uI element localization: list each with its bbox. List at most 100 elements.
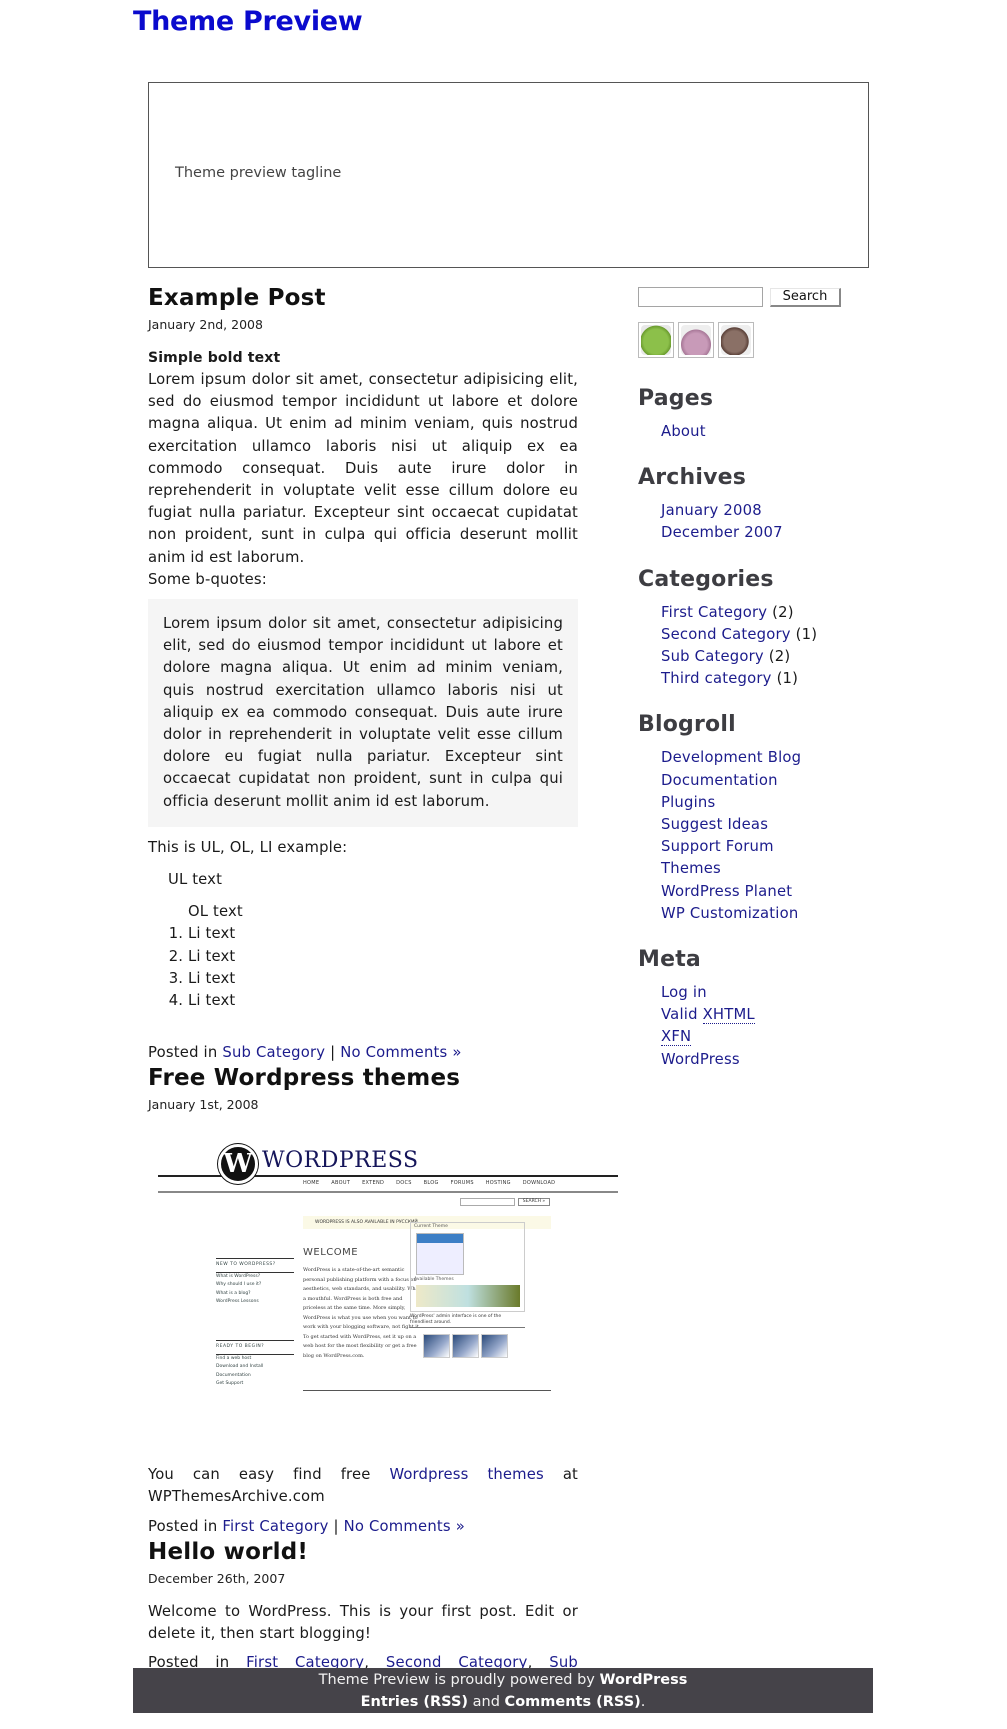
avatar[interactable] <box>638 322 674 358</box>
image-sidebar-link: Get Support <box>216 1381 244 1387</box>
avatar-row <box>638 322 878 358</box>
post-title[interactable]: Hello world! <box>148 1538 578 1566</box>
category-link[interactable]: Sub Category <box>661 648 764 665</box>
category-count: (2) <box>772 603 794 621</box>
image-nav-item: DOWNLOAD <box>522 1180 556 1187</box>
widget-blogroll: Blogroll Development Blog Documentation … <box>638 711 878 925</box>
image-nav-item: DOCS <box>396 1180 412 1187</box>
pink-pig-icon <box>681 325 711 355</box>
header-banner: Theme preview tagline <box>148 82 869 268</box>
comments-rss-link[interactable]: Comments (RSS) <box>505 1694 641 1710</box>
widget-meta: Meta Log in Valid XHTML XFN WordPress <box>638 946 878 1071</box>
post-title-link[interactable]: Example Post <box>148 285 326 311</box>
xfn-link[interactable]: XFN <box>661 1028 692 1047</box>
image-nav-item: EXTEND <box>362 1180 385 1187</box>
category-link[interactable]: Third category <box>661 670 772 687</box>
comments-link[interactable]: No Comments » <box>340 1044 461 1061</box>
category-link[interactable]: Second Category <box>661 626 791 643</box>
comments-link[interactable]: No Comments » <box>344 1518 465 1535</box>
image-theme-row <box>416 1285 520 1308</box>
blogroll-link[interactable]: WordPress Planet <box>661 883 792 900</box>
post-title-link[interactable]: Hello world! <box>148 1539 308 1565</box>
post-date: December 26th, 2007 <box>148 1570 286 1586</box>
archive-link[interactable]: January 2008 <box>661 502 762 519</box>
login-link[interactable]: Log in <box>661 984 707 1001</box>
footer-line-1: Theme Preview is proudly powered by Word… <box>133 1669 873 1691</box>
category-count: (1) <box>776 670 799 688</box>
main-content: Example Post January 2nd, 2008 Simple bo… <box>148 284 623 1696</box>
blogroll-link[interactable]: WP Customization <box>661 905 798 922</box>
image-search-box <box>460 1198 515 1207</box>
posted-in-label: Posted in <box>148 1044 218 1062</box>
image-thumb <box>481 1334 508 1359</box>
post-title[interactable]: Free Wordpress themes <box>148 1064 578 1092</box>
blogroll-link[interactable]: Development Blog <box>661 749 801 766</box>
image-sidebar-link: What is WordPress? <box>216 1273 261 1279</box>
post-paragraph: You can easy find free Wordpress themes … <box>148 1464 578 1508</box>
image-sidebar-heading: READY TO BEGIN? <box>216 1340 294 1355</box>
text: You can easy find free <box>148 1466 371 1484</box>
posted-in-label: Posted in <box>148 1517 218 1535</box>
meta-separator: | <box>333 1517 339 1535</box>
footer-line-2: Entries (RSS) and Comments (RSS). <box>133 1691 873 1713</box>
wordpress-screenshot-image: W WORDPRESS HOME ABOUT EXTEND DOCS BLOG … <box>158 1142 623 1443</box>
image-current-theme-label: Current Theme <box>414 1224 448 1230</box>
valid-xhtml-link[interactable]: Valid XHTML <box>661 1006 755 1025</box>
post-title[interactable]: Example Post <box>148 284 578 312</box>
footer-powered-text: Theme Preview is proudly powered by <box>318 1672 595 1688</box>
category-count: (1) <box>795 625 818 643</box>
image-sidebar-link: Why should I use it? <box>216 1282 262 1288</box>
image-thumb <box>452 1334 479 1359</box>
blogroll-link[interactable]: Documentation <box>661 772 778 789</box>
ol-text: OL text <box>188 903 243 921</box>
footer-wordpress-link[interactable]: WordPress <box>599 1672 687 1688</box>
wordpress-link[interactable]: WordPress <box>661 1051 740 1068</box>
post-meta: Posted in First Category | No Comments » <box>148 1516 578 1538</box>
image-sidebar-link: Download and Install <box>216 1364 264 1370</box>
image-nav-item: FORUMS <box>450 1180 474 1187</box>
post-paragraph: Welcome to WordPress. This is your first… <box>148 1602 578 1642</box>
themes-link[interactable]: themes <box>487 1466 543 1483</box>
bold-text: Simple bold text <box>148 350 281 366</box>
widget-title: Pages <box>638 386 714 411</box>
image-theme-thumbnail <box>416 1233 464 1276</box>
blogroll-link[interactable]: Suggest Ideas <box>661 816 768 833</box>
search-form: Search <box>638 287 878 307</box>
entries-rss-link[interactable]: Entries (RSS) <box>361 1694 468 1710</box>
page-link-about[interactable]: About <box>661 423 706 440</box>
bquote-intro: Some b-quotes: <box>148 570 267 588</box>
widget-title: Meta <box>638 947 701 973</box>
list-intro: This is UL, OL, LI example: <box>148 838 348 856</box>
search-input[interactable] <box>638 287 763 307</box>
search-button[interactable]: Search <box>770 287 841 307</box>
divider <box>303 1390 551 1392</box>
site-title[interactable]: Theme Preview <box>133 6 363 37</box>
image-thumb <box>423 1334 450 1359</box>
footer: Theme Preview is proudly powered by Word… <box>133 1668 873 1713</box>
post: Free Wordpress themes January 1st, 2008 … <box>148 1064 623 1538</box>
blogroll-link[interactable]: Plugins <box>661 794 715 811</box>
meta-separator: | <box>330 1044 336 1062</box>
image-sidebar-ready: READY TO BEGIN? Find a web host Download… <box>216 1340 294 1389</box>
list-item: Li text <box>188 946 578 968</box>
avatar[interactable] <box>678 322 714 358</box>
blogroll-link[interactable]: Themes <box>661 860 721 877</box>
avatar[interactable] <box>718 322 754 358</box>
post-date: January 1st, 2008 <box>148 1097 259 1113</box>
category-link[interactable]: First Category <box>222 1518 328 1535</box>
category-link[interactable]: First Category <box>661 604 767 621</box>
blogroll-link[interactable]: Support Forum <box>661 838 774 855</box>
post-title-link[interactable]: Free Wordpress themes <box>148 1065 460 1091</box>
post-meta: Posted in Sub Category | No Comments » <box>148 1042 578 1064</box>
archive-link[interactable]: December 2007 <box>661 524 783 541</box>
wordpress-wordmark: WORDPRESS <box>262 1148 419 1174</box>
green-creature-icon <box>641 325 671 355</box>
valid-label: Valid <box>661 1006 698 1024</box>
image-sidebar-link: What is a blog? <box>216 1290 251 1296</box>
category-link[interactable]: Sub Category <box>222 1044 325 1061</box>
image-nav: HOME ABOUT EXTEND DOCS BLOG FORUMS HOSTI… <box>303 1180 555 1186</box>
wordpress-link[interactable]: Wordpress <box>389 1466 468 1483</box>
wordpress-logo-icon: W <box>218 1144 258 1185</box>
widget-title: Blogroll <box>638 712 736 738</box>
divider <box>158 1191 618 1194</box>
